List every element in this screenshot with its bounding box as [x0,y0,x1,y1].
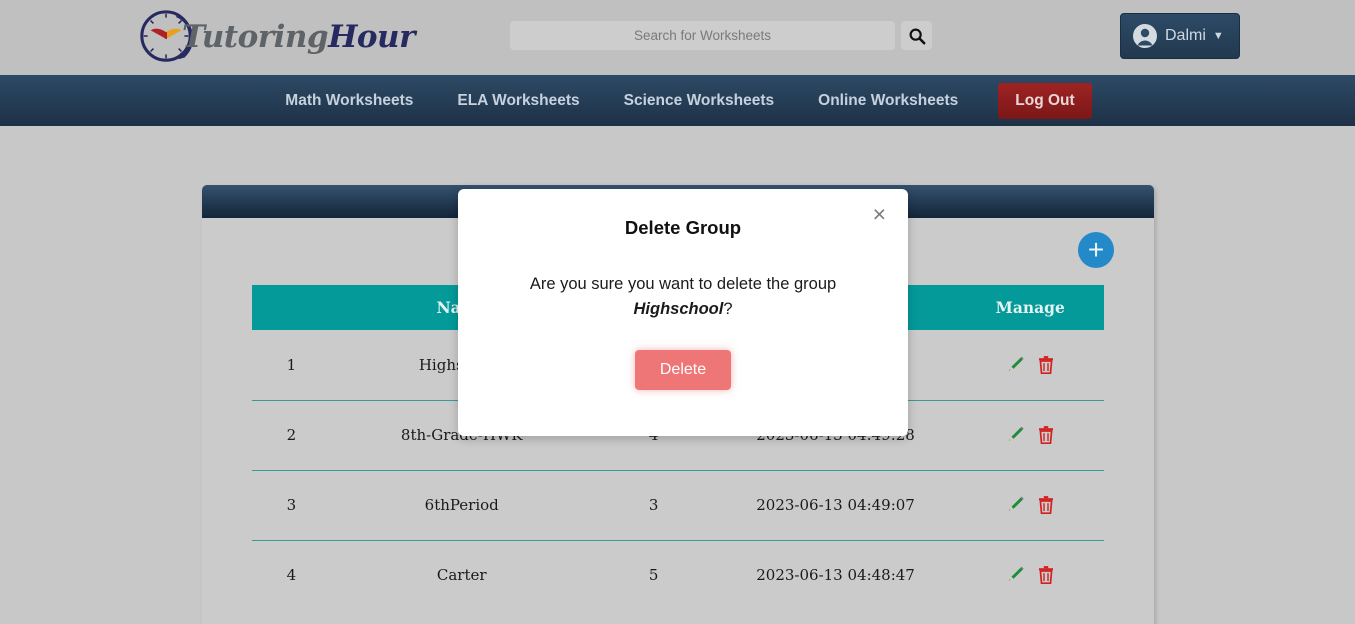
modal-group-name: Highschool [633,300,724,318]
page-root: TutoringHour Dalmi ▼ Math Worksheets [0,0,1355,624]
confirm-delete-button[interactable]: Delete [634,350,732,390]
modal-footer: Delete [458,350,908,390]
modal-message-prefix: Are you sure you want to delete the grou… [529,275,837,293]
delete-group-modal: × Delete Group Are you sure you want to … [458,189,908,436]
close-icon: × [872,201,886,227]
modal-close-button[interactable]: × [873,203,886,226]
modal-message: Are you sure you want to delete the grou… [458,272,908,322]
modal-title: Delete Group [624,217,742,238]
modal-message-suffix: ? [723,300,733,318]
